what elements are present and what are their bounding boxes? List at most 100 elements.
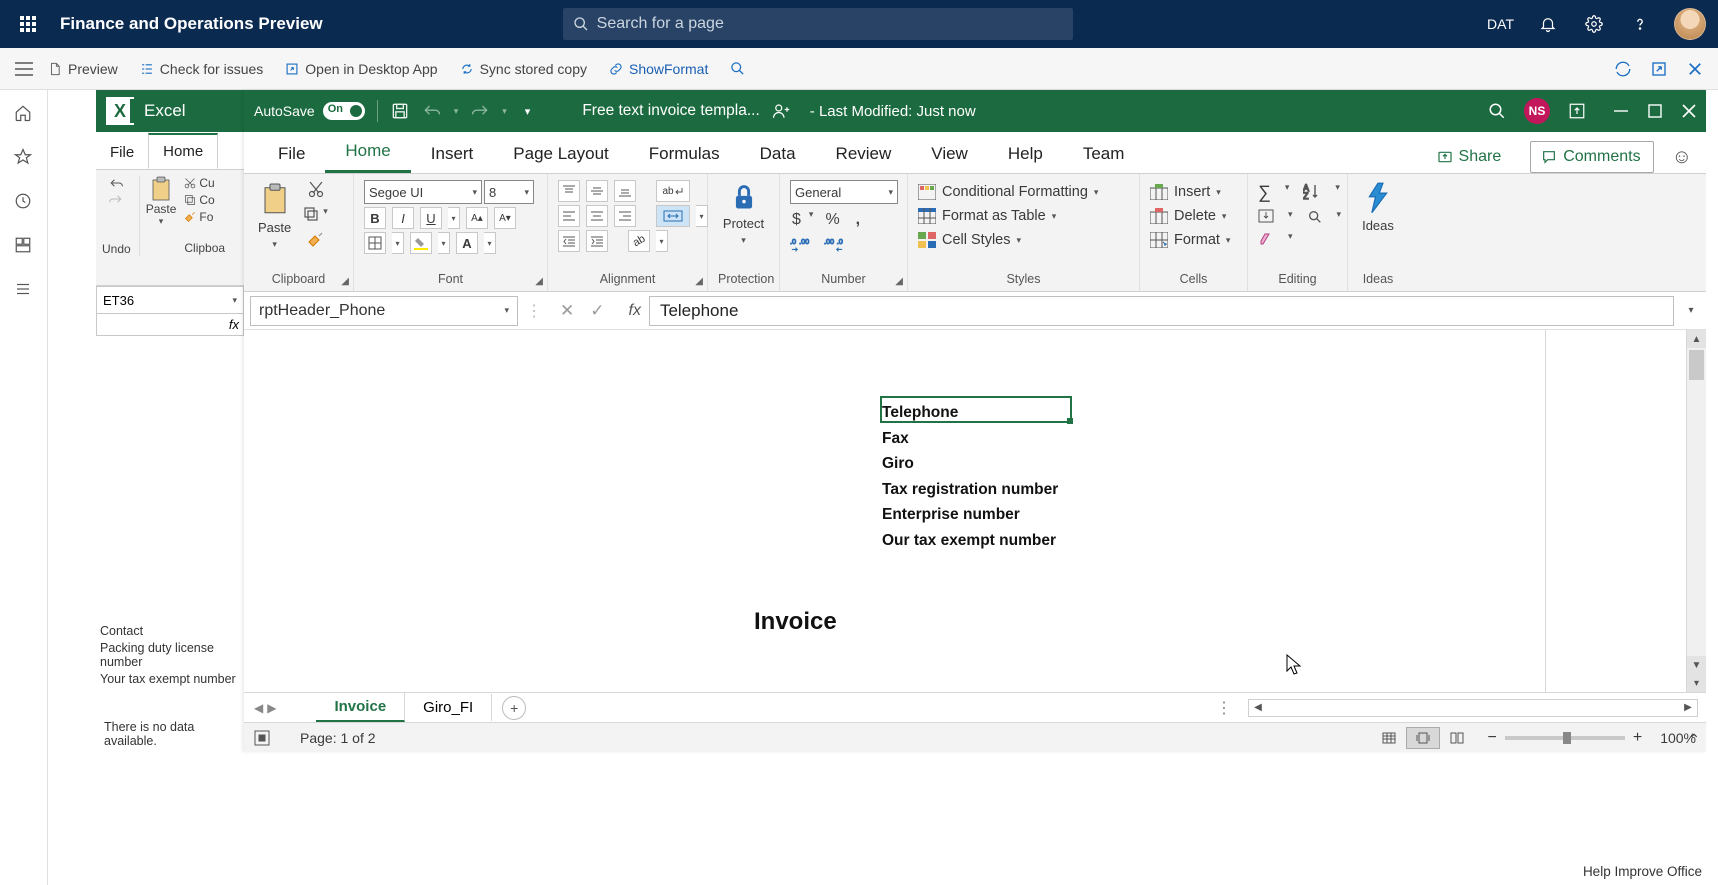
maximize-icon[interactable] <box>1648 104 1662 118</box>
tab-view[interactable]: View <box>911 135 988 173</box>
hscroll-left[interactable]: ◀ <box>1249 702 1267 713</box>
undo-caret[interactable]: ▾ <box>454 106 459 117</box>
check-issues-button[interactable]: Check for issues <box>140 61 263 77</box>
decrease-decimal-button[interactable]: .00.0 <box>824 236 844 252</box>
sheet-tab-invoice[interactable]: Invoice <box>316 693 405 722</box>
modules-icon[interactable] <box>14 280 34 300</box>
font-size-combo[interactable]: 8▾ <box>484 180 534 204</box>
feedback-icon[interactable]: ☺ <box>1672 146 1692 169</box>
number-dialog-launcher[interactable]: ◢ <box>895 276 903 287</box>
formula-input[interactable]: Telephone <box>649 296 1674 326</box>
align-right-button[interactable] <box>614 205 636 227</box>
comma-button[interactable]: , <box>852 209 864 231</box>
clipboard-dialog-launcher[interactable]: ◢ <box>341 276 349 287</box>
tab-team[interactable]: Team <box>1063 135 1145 173</box>
autosum-button[interactable]: ∑ <box>1258 182 1271 203</box>
worksheet[interactable]: Telephone Fax Giro Tax registration numb… <box>244 330 1546 692</box>
fill-button[interactable] <box>1258 209 1274 223</box>
favorites-icon[interactable] <box>14 148 34 168</box>
notifications-icon[interactable] <box>1536 12 1560 36</box>
decrease-font-button[interactable]: A▾ <box>494 207 516 229</box>
home-icon[interactable] <box>14 104 34 124</box>
collapse-ribbon-button[interactable]: ⌃ <box>1688 731 1700 748</box>
cell-enterprise[interactable]: Enterprise number <box>882 502 1058 528</box>
name-box-left[interactable]: ET36 ▾ <box>96 286 244 314</box>
orientation-button[interactable]: ab <box>628 230 650 252</box>
autosave-toggle[interactable]: AutoSave On <box>254 102 365 120</box>
add-sheet-button[interactable]: + <box>502 696 526 720</box>
help-icon[interactable] <box>1628 12 1652 36</box>
close-window-icon[interactable] <box>1682 104 1696 118</box>
alignment-dialog-launcher[interactable]: ◢ <box>695 276 703 287</box>
popout-icon[interactable] <box>1650 60 1668 78</box>
copy-icon[interactable] <box>303 206 319 222</box>
insert-cells-button[interactable]: Insert▾ <box>1150 184 1221 200</box>
scroll-thumb[interactable] <box>1689 350 1704 380</box>
enter-icon[interactable]: ✓ <box>590 301 604 321</box>
delete-cells-button[interactable]: Delete▾ <box>1150 208 1226 224</box>
show-format-button[interactable]: ShowFormat <box>609 61 708 77</box>
sheet-tab-giro-fi[interactable]: Giro_FI <box>405 694 492 721</box>
scroll-split[interactable]: ▾ <box>1687 674 1706 692</box>
formula-bar-expand[interactable]: ▾ <box>1682 305 1700 316</box>
search-toolbar-button[interactable] <box>730 61 745 76</box>
sheet-prev-all[interactable]: ◀ <box>254 701 263 715</box>
tab-insert[interactable]: Insert <box>411 135 494 173</box>
tab-help[interactable]: Help <box>988 135 1063 173</box>
tab-review[interactable]: Review <box>816 135 912 173</box>
cancel-icon[interactable]: ✕ <box>560 301 574 321</box>
cell-fax[interactable]: Fax <box>882 426 1058 452</box>
toggle-switch[interactable]: On <box>323 102 365 120</box>
tab-pagelayout[interactable]: Page Layout <box>493 135 628 173</box>
user-badge[interactable]: NS <box>1524 98 1550 124</box>
format-cells-button[interactable]: Format▾ <box>1150 232 1230 248</box>
user-avatar[interactable] <box>1674 8 1706 40</box>
find-button[interactable] <box>1307 209 1323 225</box>
preview-button[interactable]: Preview <box>48 61 118 77</box>
page-layout-view-button[interactable] <box>1406 727 1440 749</box>
increase-font-button[interactable]: A▴ <box>466 207 488 229</box>
orientation-caret[interactable]: ▾ <box>656 230 668 252</box>
company-label[interactable]: DAT <box>1487 16 1514 32</box>
font-dialog-launcher[interactable]: ◢ <box>535 276 543 287</box>
workspaces-icon[interactable] <box>14 236 34 256</box>
tab-file[interactable]: File <box>258 135 325 173</box>
global-search[interactable]: Search for a page <box>563 8 1073 40</box>
border-caret[interactable]: ▾ <box>392 232 404 254</box>
format-as-table-button[interactable]: Format as Table▾ <box>918 208 1056 224</box>
redo-icon[interactable] <box>470 102 490 120</box>
settings-icon[interactable] <box>1582 12 1606 36</box>
recent-icon[interactable] <box>14 192 34 212</box>
format-painter-icon[interactable] <box>184 211 196 223</box>
cell-giro[interactable]: Giro <box>882 451 1058 477</box>
fx-icon[interactable]: fx <box>629 302 641 320</box>
ribbon-mode-icon[interactable] <box>1568 102 1586 120</box>
italic-button[interactable]: I <box>392 207 414 229</box>
align-left-button[interactable] <box>558 205 580 227</box>
tab-home[interactable]: Home <box>325 132 410 173</box>
cell-tax-reg[interactable]: Tax registration number <box>882 477 1058 503</box>
increase-decimal-button[interactable]: .0.00 <box>790 236 810 252</box>
increase-indent-button[interactable] <box>586 230 608 252</box>
sort-filter-button[interactable]: AZ <box>1303 182 1321 200</box>
cell-our-tax-exempt[interactable]: Our tax exempt number <box>882 528 1058 554</box>
underline-button[interactable]: U <box>420 207 442 229</box>
vertical-scrollbar[interactable]: ▲ ▼ ▾ <box>1686 330 1706 692</box>
sheet-next-all[interactable]: ▶ <box>267 701 276 715</box>
minimize-icon[interactable] <box>1614 104 1628 118</box>
decrease-indent-button[interactable] <box>558 230 580 252</box>
tab-formulas[interactable]: Formulas <box>629 135 740 173</box>
bold-button[interactable]: B <box>364 207 386 229</box>
protect-button[interactable]: Protect ▾ <box>719 180 768 248</box>
zoom-in-button[interactable]: + <box>1633 729 1642 747</box>
qat-customize-caret[interactable]: ▾ <box>525 105 531 118</box>
font-color-caret[interactable]: ▾ <box>484 232 496 254</box>
sheet-tab-menu[interactable]: ⋮ <box>1208 698 1240 718</box>
name-box-menu[interactable]: ⋮ <box>526 301 542 321</box>
search-icon[interactable] <box>1488 102 1506 120</box>
sync-button[interactable]: Sync stored copy <box>460 61 587 77</box>
currency-button[interactable]: $ <box>790 209 803 231</box>
waffle-icon[interactable] <box>12 8 44 40</box>
normal-view-button[interactable] <box>1372 727 1406 749</box>
hamburger-icon[interactable] <box>12 57 36 81</box>
